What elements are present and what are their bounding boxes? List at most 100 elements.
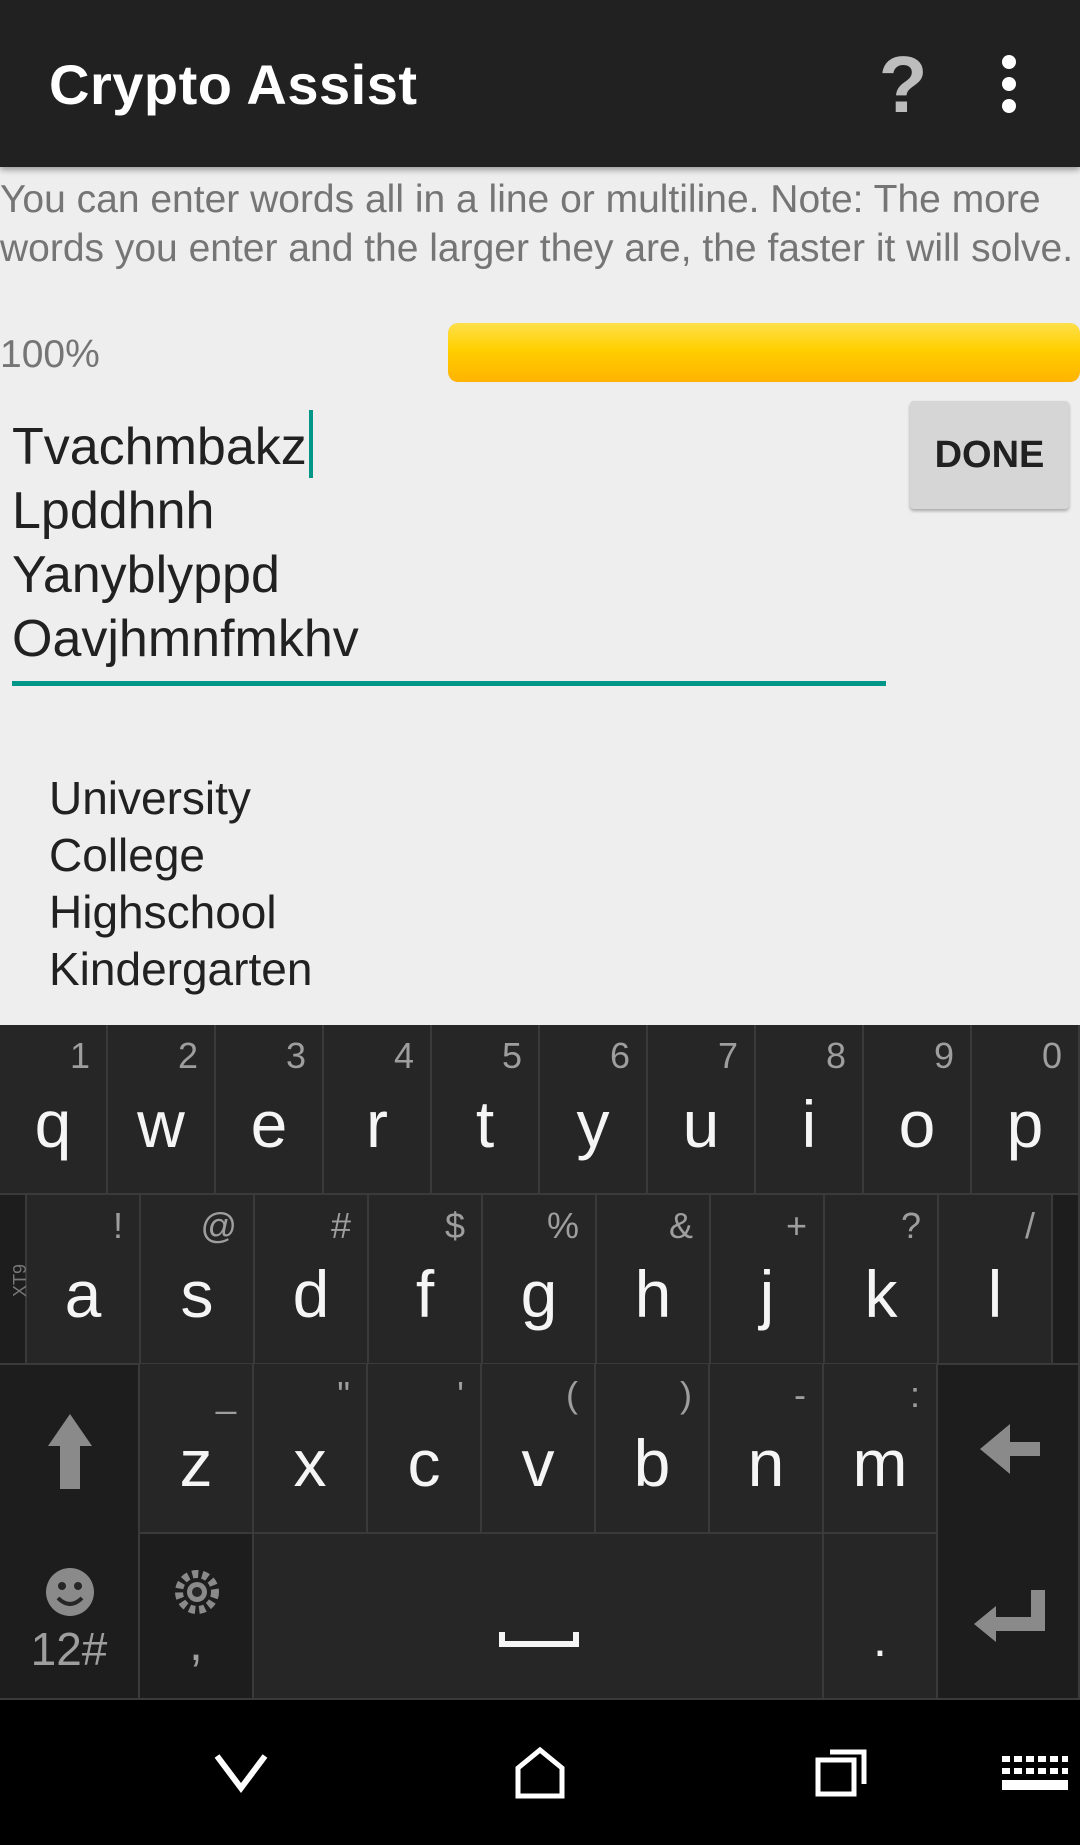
row-spacer	[1053, 1195, 1080, 1365]
result-item: University	[49, 772, 251, 824]
overflow-menu-icon[interactable]	[994, 55, 1024, 115]
key-label: b	[633, 1426, 671, 1500]
key-r[interactable]: 4r	[324, 1025, 432, 1195]
backspace-icon	[980, 1424, 1040, 1474]
help-icon[interactable]: ?	[875, 40, 931, 130]
key-hint: &	[668, 1205, 693, 1246]
key-label: n	[747, 1426, 785, 1500]
key-hint: %	[546, 1205, 579, 1246]
key-s[interactable]: @ s	[141, 1195, 255, 1365]
keyboard-icon[interactable]	[1000, 1752, 1070, 1796]
backspace-key[interactable]	[938, 1364, 1080, 1534]
key-hint: 1	[69, 1035, 90, 1076]
key-hint: #	[330, 1205, 351, 1246]
key-hint: 3	[285, 1035, 306, 1076]
key-label: a	[64, 1257, 102, 1331]
key-j[interactable]: + j	[711, 1195, 825, 1365]
settings-comma-key[interactable]: ,	[140, 1532, 254, 1700]
key-hint: 7	[717, 1035, 738, 1076]
result-item: College	[49, 829, 205, 881]
key-label: q	[34, 1087, 72, 1161]
input-line: Tvachmbakz	[12, 410, 886, 479]
key-i[interactable]: 8i	[756, 1025, 864, 1195]
key-z[interactable]: _ z	[140, 1364, 254, 1534]
result-item: Highschool	[49, 886, 277, 938]
key-k[interactable]: ? k	[825, 1195, 939, 1365]
key-c[interactable]: ' c	[368, 1364, 482, 1534]
key-b[interactable]: ) b	[596, 1364, 710, 1534]
instructions-text: You can enter words all in a line or mul…	[0, 178, 1074, 270]
xt9-label: XT9	[10, 1263, 31, 1298]
key-hint: 9	[933, 1035, 954, 1076]
key-l[interactable]: / l	[939, 1195, 1053, 1365]
key-hint: $	[444, 1205, 465, 1246]
shift-icon	[48, 1414, 92, 1489]
text-cursor	[308, 410, 313, 478]
key-hint: +	[785, 1205, 807, 1246]
key-label: e	[250, 1087, 288, 1161]
app-bar: Crypto Assist ?	[0, 0, 1080, 167]
results-list: University College Highschool Kindergart…	[49, 770, 312, 998]
key-label: i	[801, 1087, 817, 1161]
key-hint: @	[200, 1205, 237, 1246]
key-e[interactable]: 3e	[216, 1025, 324, 1195]
key-q[interactable]: 1q	[0, 1025, 108, 1195]
cipher-input[interactable]: Tvachmbakz Lpddhnh Yanyblyppd Oavjhmnfmk…	[12, 410, 886, 685]
key-u[interactable]: 7u	[648, 1025, 756, 1195]
key-p[interactable]: 0p	[972, 1025, 1080, 1195]
key-g[interactable]: % g	[483, 1195, 597, 1365]
emoji-icon	[46, 1568, 94, 1616]
key-hint: "	[337, 1374, 350, 1415]
key-hint: (	[566, 1374, 578, 1415]
key-hint: /	[1024, 1205, 1035, 1246]
key-v[interactable]: (v	[482, 1364, 596, 1534]
period-key[interactable]: .	[824, 1532, 938, 1700]
home-icon[interactable]	[510, 1744, 570, 1800]
key-label: d	[292, 1257, 330, 1331]
key-m[interactable]: :m	[824, 1364, 938, 1534]
input-line: Oavjhmnfmkhv	[12, 610, 359, 668]
done-button[interactable]: DONE	[910, 401, 1069, 509]
key-label: f	[415, 1257, 435, 1331]
key-x[interactable]: " x	[254, 1364, 368, 1534]
input-line: Lpddhnh	[12, 482, 215, 540]
shift-key[interactable]	[0, 1364, 140, 1534]
key-a[interactable]: ! a	[27, 1195, 141, 1365]
key-h[interactable]: & h	[597, 1195, 711, 1365]
key-label: w	[137, 1087, 185, 1161]
symbols-label: 12#	[30, 1623, 108, 1675]
key-label: s	[180, 1257, 214, 1331]
key-f[interactable]: $ f	[369, 1195, 483, 1365]
space-icon	[499, 1632, 579, 1647]
progress-label: 100%	[0, 333, 100, 376]
enter-key[interactable]	[938, 1532, 1080, 1700]
key-d[interactable]: # d	[255, 1195, 369, 1365]
key-hint: 8	[825, 1035, 846, 1076]
key-t[interactable]: 5t	[432, 1025, 540, 1195]
input-line: Yanyblyppd	[12, 546, 280, 604]
result-item: Kindergarten	[49, 943, 313, 995]
app-title: Crypto Assist	[49, 53, 418, 116]
key-y[interactable]: 6y	[540, 1025, 648, 1195]
recents-icon[interactable]	[812, 1744, 872, 1800]
key-hint: 6	[609, 1035, 630, 1076]
key-label: m	[852, 1426, 908, 1500]
key-n[interactable]: -n	[710, 1364, 824, 1534]
navigation-bar	[0, 1700, 1080, 1845]
symbols-key[interactable]: 12#	[0, 1532, 140, 1700]
key-hint: ?	[900, 1205, 921, 1246]
key-hint: -	[794, 1374, 806, 1415]
key-o[interactable]: 9o	[864, 1025, 972, 1195]
key-label: k	[864, 1257, 898, 1331]
key-hint: )	[680, 1374, 692, 1415]
key-label: g	[520, 1257, 558, 1331]
key-label: c	[407, 1426, 441, 1500]
back-icon[interactable]	[211, 1748, 271, 1798]
key-label: o	[898, 1087, 936, 1161]
key-hint: 0	[1041, 1035, 1062, 1076]
space-key[interactable]	[254, 1532, 824, 1700]
key-w[interactable]: 2w	[108, 1025, 216, 1195]
soft-keyboard: 12# , . 1 q 2 w 3 e 4 r 5 t 6 y 7 u 8 i 9 o 0 p! a @ s # d $ f% g & h…	[0, 1025, 1080, 1700]
key-label: v	[521, 1426, 555, 1500]
key-label: z	[179, 1426, 213, 1500]
